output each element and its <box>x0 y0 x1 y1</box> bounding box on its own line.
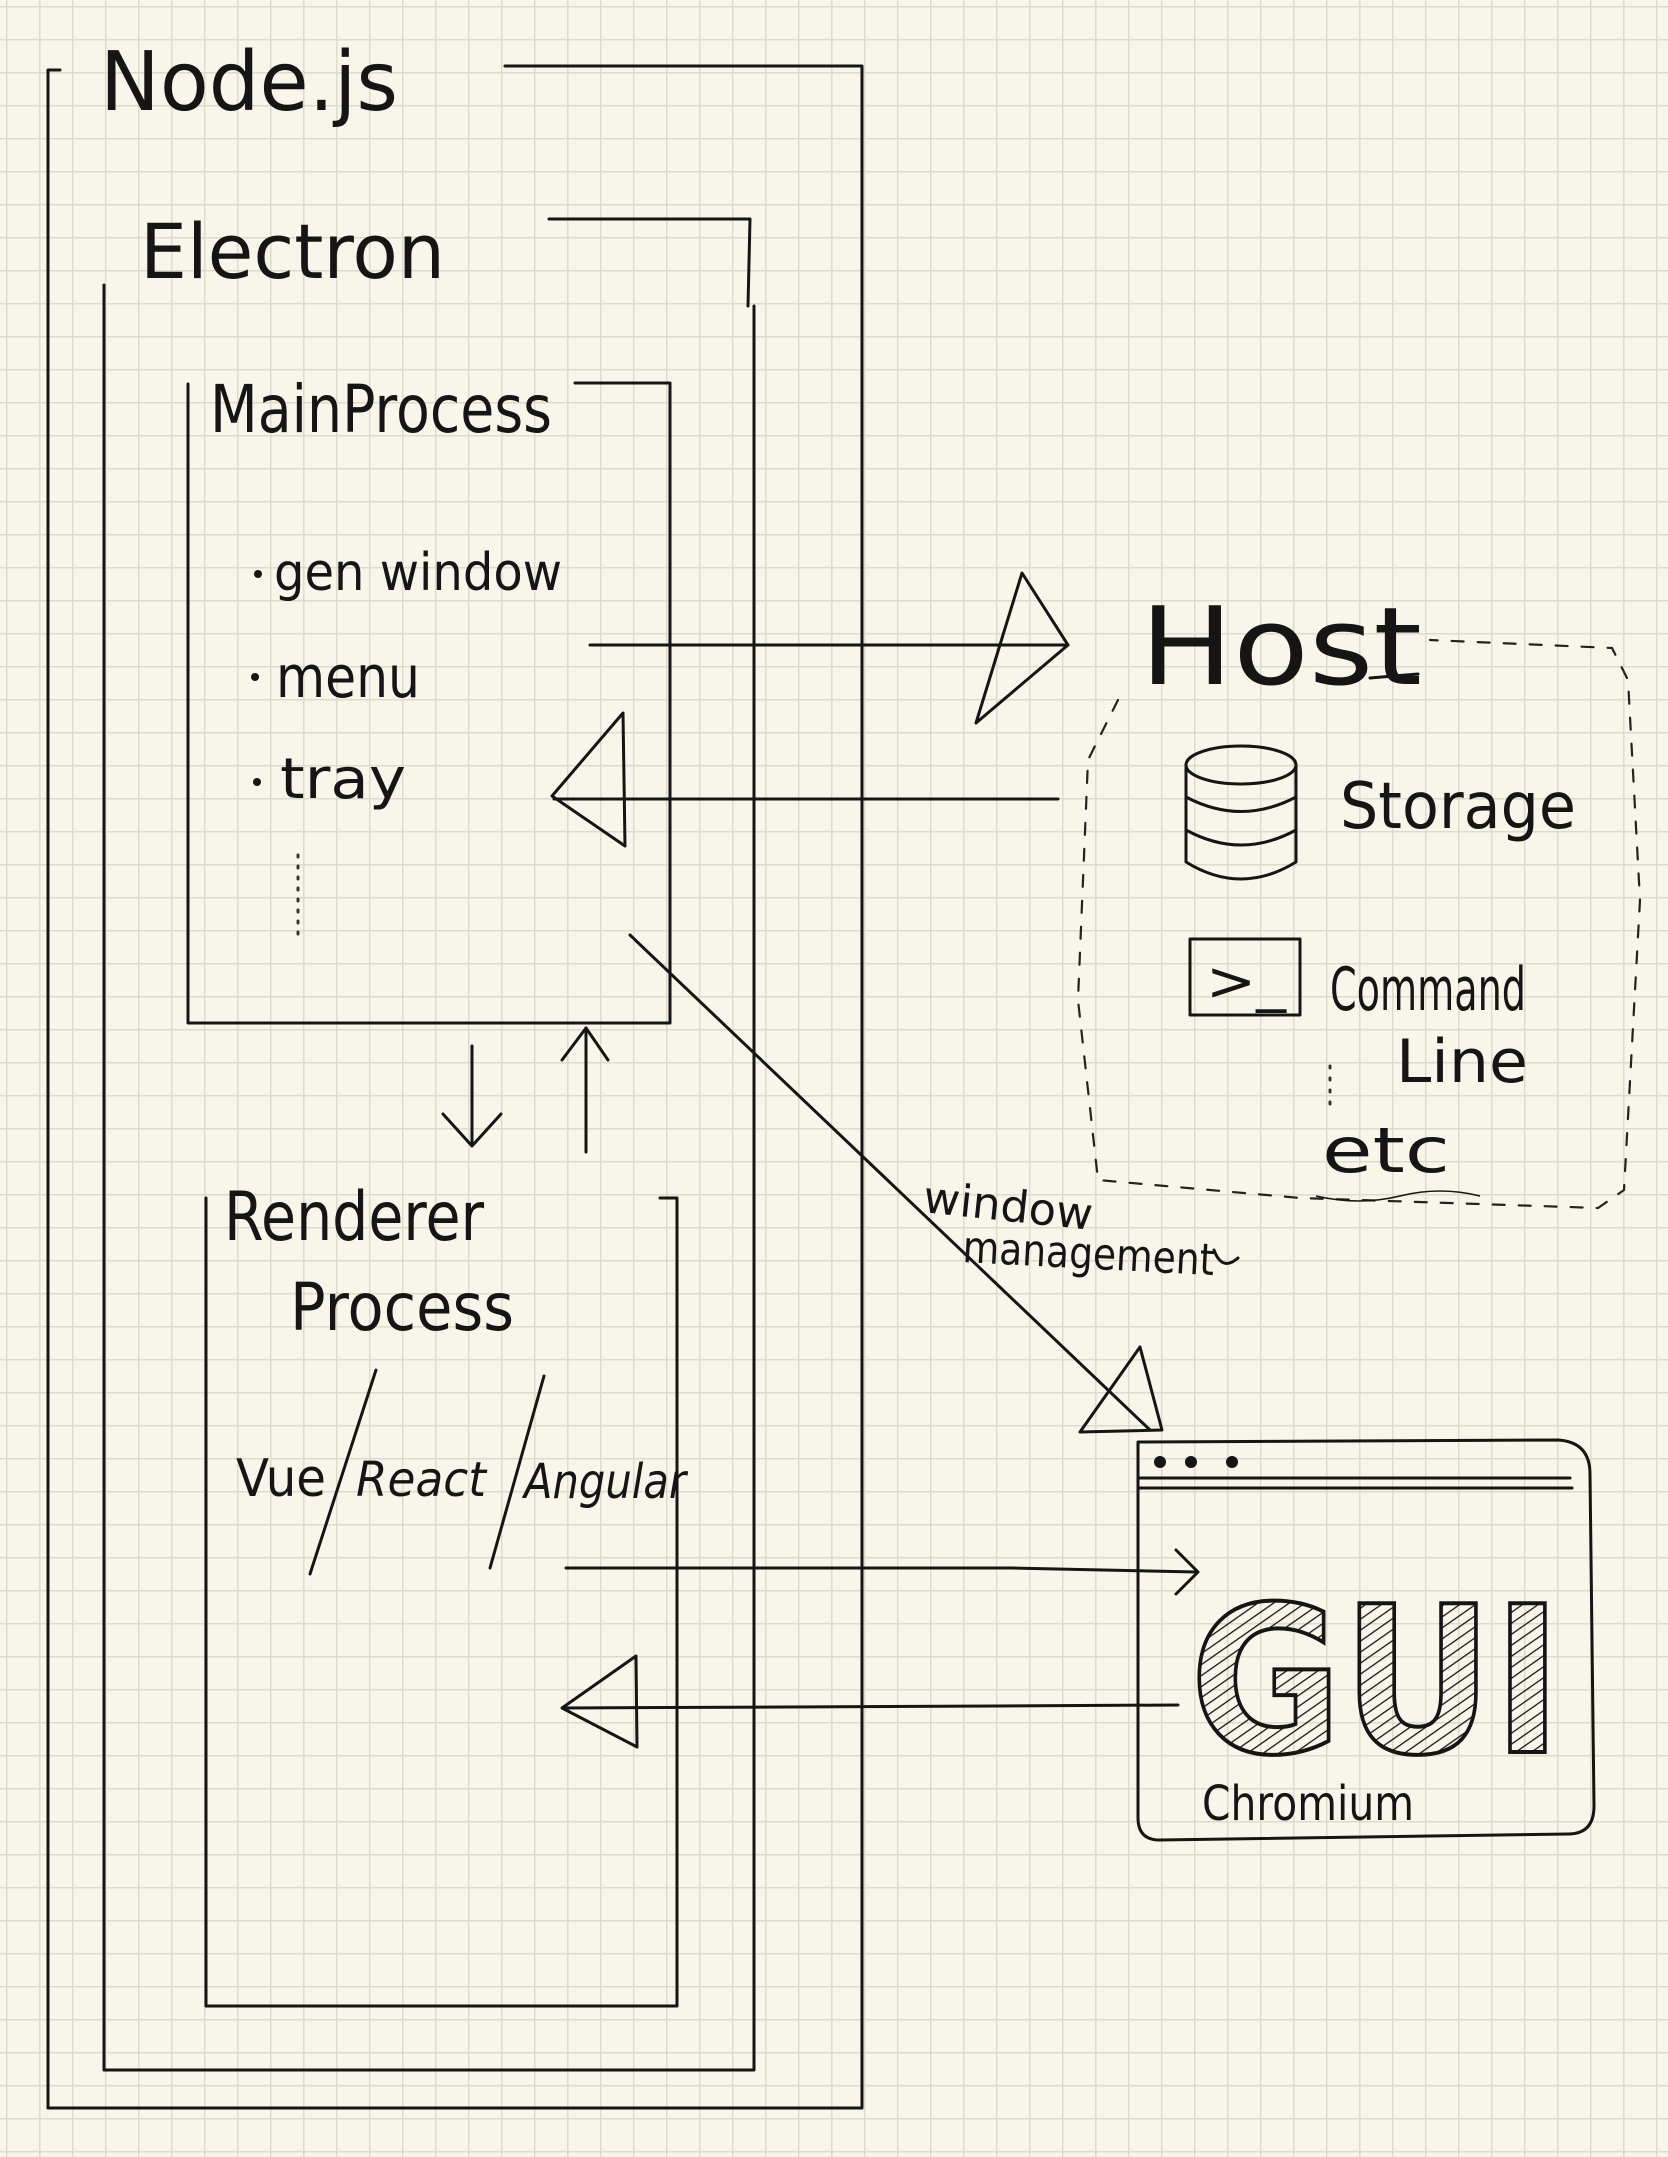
bullet-icon <box>251 673 259 681</box>
main-item-gen-window: gen window <box>274 543 562 603</box>
terminal-prompt: >_ <box>1206 950 1287 1013</box>
host-region: Host Storage >_ Command Line etc <box>1076 585 1642 1210</box>
bullet-icon <box>254 570 262 578</box>
main-process-label: MainProcess <box>210 371 552 448</box>
host-to-main-arrow <box>550 711 1060 848</box>
command-line-label-1: Command <box>1330 955 1526 1025</box>
window-dot-icon <box>1154 1456 1166 1468</box>
electron-label: Electron <box>140 207 445 296</box>
command-line-label-2: Line <box>1396 1027 1528 1097</box>
storage-label: Storage <box>1340 770 1576 844</box>
renderer-process-box: Renderer Process Vue React Angular <box>204 1178 689 2008</box>
main-process-box: MainProcess gen window menu tray <box>186 371 672 1025</box>
database-icon <box>1184 744 1298 881</box>
window-management-label-2: management <box>961 1222 1215 1286</box>
nodejs-container: Node.js <box>46 35 864 2110</box>
main-item-tray: tray <box>280 747 406 812</box>
main-to-host-arrow <box>588 571 1070 725</box>
framework-react: React <box>356 1452 488 1508</box>
electron-container: Electron <box>102 207 756 2072</box>
framework-angular: Angular <box>521 1454 688 1510</box>
terminal-icon: >_ <box>1188 937 1302 1017</box>
nodejs-label: Node.js <box>100 35 398 130</box>
chromium-window: GUI Chromium <box>1136 1438 1596 1842</box>
chromium-label: Chromium <box>1202 1776 1414 1832</box>
host-label: Host <box>1140 585 1422 710</box>
renderer-label-line2: Process <box>290 1269 514 1346</box>
ipc-down-arrow <box>441 1044 503 1148</box>
etc-label: etc <box>1322 1114 1450 1187</box>
gui-label: GUI <box>1190 1564 1562 1801</box>
main-item-menu: menu <box>276 643 420 711</box>
window-dot-icon <box>1185 1456 1197 1468</box>
renderer-to-gui-arrow <box>564 1548 1200 1596</box>
renderer-label-line1: Renderer <box>224 1178 484 1257</box>
gui-to-renderer-arrow <box>560 1654 1180 1749</box>
bullet-icon <box>253 778 261 786</box>
window-dot-icon <box>1226 1456 1238 1468</box>
framework-vue: Vue <box>236 1449 326 1509</box>
window-management-arrow: window management <box>628 933 1240 1434</box>
ipc-up-arrow <box>560 1026 610 1154</box>
